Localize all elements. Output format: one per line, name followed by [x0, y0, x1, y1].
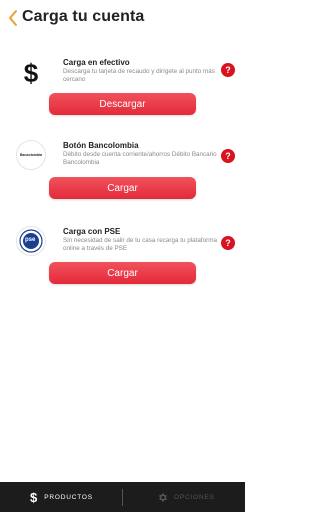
download-button[interactable]: Descargar	[49, 93, 196, 115]
option-card-cash: $ Carga en efectivo Descarga tu tarjeta …	[0, 55, 245, 120]
nav-item-options[interactable]: OPCIONES	[157, 482, 215, 512]
bancolombia-logo-text: Bancolombia	[20, 153, 42, 157]
pse-logo-text: pse	[25, 237, 36, 243]
option-card-bancolombia: Bancolombia Botón Bancolombia Débito des…	[0, 138, 245, 203]
page-title: Carga tu cuenta	[22, 8, 145, 25]
load-button-pse[interactable]: Cargar	[49, 262, 196, 284]
nav-item-products[interactable]: $ PRODUCTOS	[30, 482, 93, 512]
option-title: Carga con PSE	[63, 227, 121, 236]
nav-label-products: PRODUCTOS	[44, 493, 93, 501]
option-title: Botón Bancolombia	[63, 141, 139, 150]
option-card-pse: pse Carga con PSE Sin necesidad de salir…	[0, 224, 245, 289]
option-description: Descarga tu tarjeta de recaudo y diríget…	[63, 68, 215, 83]
help-button[interactable]: ?	[221, 63, 235, 77]
help-button[interactable]: ?	[221, 236, 235, 250]
svg-text:$: $	[24, 58, 39, 87]
load-button-bancolombia[interactable]: Cargar	[49, 177, 196, 199]
bancolombia-logo: Bancolombia	[16, 140, 46, 170]
nav-divider	[122, 489, 123, 506]
chevron-left-icon	[9, 10, 17, 26]
cash-logo: $	[16, 57, 46, 87]
nav-label-options: OPCIONES	[174, 493, 215, 501]
bottom-nav: $ PRODUCTOS OPCIONES	[0, 482, 245, 512]
option-description: Sin necesidad de salir de tu casa recarg…	[63, 237, 218, 252]
option-description: Débito desde cuenta corriente/ahorros Dé…	[63, 151, 217, 166]
dollar-icon: $	[30, 489, 38, 505]
question-icon: ?	[225, 151, 231, 161]
question-icon: ?	[225, 65, 231, 75]
header: Carga tu cuenta	[0, 0, 245, 38]
option-title: Carga en efectivo	[63, 58, 130, 67]
dollar-sign-icon: $	[24, 58, 39, 87]
back-button[interactable]	[6, 8, 20, 28]
pse-logo: pse	[16, 226, 46, 256]
question-icon: ?	[225, 238, 231, 248]
help-button[interactable]: ?	[221, 149, 235, 163]
gear-icon	[159, 492, 167, 502]
